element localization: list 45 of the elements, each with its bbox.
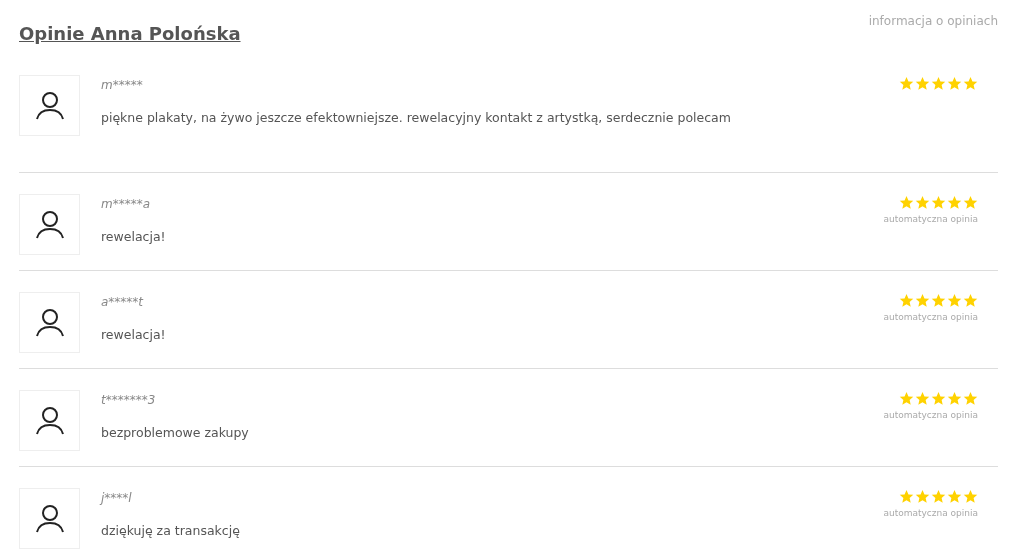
review-text: rewelacja!	[101, 229, 166, 244]
reviewer-name: a*****t	[101, 295, 144, 309]
star-icon	[947, 293, 962, 308]
user-icon	[34, 503, 65, 534]
reviewer-name: t*******3	[101, 393, 156, 407]
star-icon	[963, 76, 978, 91]
review-note: automatyczna opinia	[883, 312, 978, 322]
star-icon	[899, 76, 914, 91]
review-note: automatyczna opinia	[883, 508, 978, 518]
star-icon	[947, 391, 962, 406]
user-icon	[34, 307, 65, 338]
review-text: piękne plakaty, na żywo jeszcze efektowniejsze. rewelacyjny kontakt z artystką, serdecznie polecam	[101, 110, 731, 125]
star-icon	[931, 76, 946, 91]
star-icon	[947, 76, 962, 91]
star-icon	[963, 489, 978, 504]
reviewer-name: j****l	[101, 491, 132, 505]
review-text: rewelacja!	[101, 327, 166, 342]
star-icon	[899, 391, 914, 406]
star-icon	[963, 293, 978, 308]
review-text: bezproblemowe zakupy	[101, 425, 249, 440]
reviewer-name: m*****	[101, 78, 143, 92]
star-icon	[899, 195, 914, 210]
star-icon	[947, 195, 962, 210]
review-note: automatyczna opinia	[883, 214, 978, 224]
user-icon	[34, 405, 65, 436]
review-note: automatyczna opinia	[883, 410, 978, 420]
page-title[interactable]: Opinie Anna Polońska	[19, 23, 241, 44]
star-icon	[915, 76, 930, 91]
star-icon	[931, 293, 946, 308]
star-icon	[963, 391, 978, 406]
star-icon	[931, 391, 946, 406]
star-icon	[915, 195, 930, 210]
review-text: dziękuję za transakcję	[101, 523, 240, 538]
user-icon	[34, 209, 65, 240]
star-icon	[963, 195, 978, 210]
star-icon	[931, 489, 946, 504]
star-icon	[915, 489, 930, 504]
star-icon	[899, 489, 914, 504]
star-icon	[899, 293, 914, 308]
user-icon	[34, 90, 65, 121]
star-icon	[931, 195, 946, 210]
star-icon	[915, 391, 930, 406]
reviewer-name: m*****a	[101, 197, 151, 211]
star-icon	[915, 293, 930, 308]
star-icon	[947, 489, 962, 504]
